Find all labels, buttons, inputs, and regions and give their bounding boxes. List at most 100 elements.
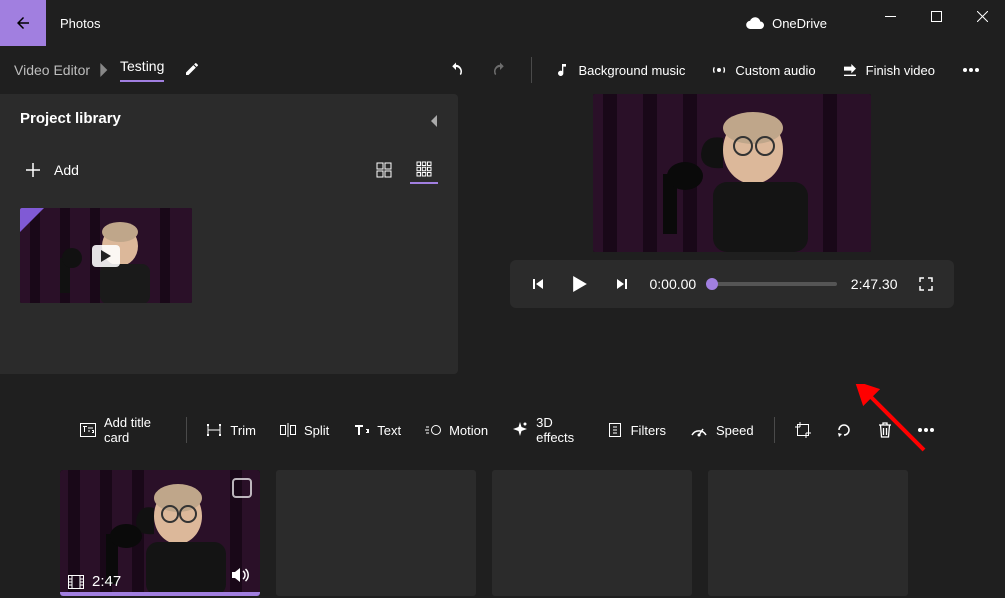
add-title-card-label: Add title card (104, 415, 166, 445)
play-icon (573, 276, 587, 292)
clip-empty-3[interactable] (708, 470, 908, 596)
finish-video-button[interactable]: Finish video (832, 52, 945, 88)
filters-button[interactable]: Filters (597, 412, 676, 448)
clip-empty-1[interactable] (276, 470, 476, 596)
sparkle-icon (512, 422, 528, 438)
more-button[interactable] (951, 52, 991, 88)
text-button[interactable]: Text (343, 412, 411, 448)
trim-label: Trim (230, 423, 256, 438)
clip-empty-2[interactable] (492, 470, 692, 596)
library-thumbnail[interactable] (20, 208, 192, 303)
breadcrumb-root[interactable]: Video Editor (14, 62, 90, 78)
split-icon (280, 423, 296, 437)
player-controls: 0:00.00 2:47.30 (510, 260, 954, 308)
add-media-button[interactable]: Add (20, 158, 85, 182)
play-button[interactable] (566, 270, 594, 298)
background-music-label: Background music (578, 63, 685, 78)
clip-1[interactable]: 2:47 (60, 470, 260, 596)
preview-video[interactable] (593, 94, 871, 252)
speaker-icon (232, 567, 250, 583)
resize-button[interactable] (784, 412, 821, 448)
redo-button[interactable] (481, 52, 519, 88)
breadcrumb: Video Editor Testing (14, 58, 200, 82)
clip-volume-button[interactable] (232, 567, 250, 588)
breadcrumb-project[interactable]: Testing (120, 58, 164, 74)
minimize-icon (885, 11, 896, 22)
split-label: Split (304, 423, 329, 438)
finish-video-label: Finish video (866, 63, 935, 78)
music-icon (554, 62, 570, 78)
speed-button[interactable]: Speed (680, 412, 764, 448)
fullscreen-button[interactable] (912, 270, 940, 298)
trim-icon (206, 423, 222, 437)
upper-panel: Project library Add (0, 94, 1005, 374)
onedrive-link[interactable]: OneDrive (746, 16, 827, 31)
motion-button[interactable]: Motion (415, 412, 498, 448)
chevron-left-icon (429, 114, 437, 128)
custom-audio-button[interactable]: Custom audio (701, 52, 825, 88)
maximize-button[interactable] (913, 0, 959, 32)
crop-icon (795, 422, 811, 438)
app-title: Photos (60, 16, 100, 31)
trim-button[interactable]: Trim (196, 412, 266, 448)
delete-button[interactable] (867, 412, 904, 448)
arrow-left-icon (14, 14, 32, 32)
speed-label: Speed (716, 423, 754, 438)
prev-frame-button[interactable] (524, 270, 552, 298)
grid-small-icon (416, 161, 432, 177)
storyboard-more-button[interactable] (908, 412, 945, 448)
add-title-card-button[interactable]: Add title card (70, 412, 176, 448)
view-large-button[interactable] (370, 156, 398, 184)
filters-label: Filters (631, 423, 666, 438)
chevron-right-icon (100, 63, 110, 77)
collapse-library-button[interactable] (418, 106, 448, 136)
close-icon (977, 11, 988, 22)
rotate-icon (836, 422, 852, 438)
more-icon (918, 428, 934, 432)
3d-effects-label: 3D effects (536, 415, 583, 445)
undo-button[interactable] (437, 52, 475, 88)
preview-still (593, 94, 871, 252)
step-back-icon (531, 277, 545, 291)
next-frame-button[interactable] (608, 270, 636, 298)
project-library: Project library Add (0, 94, 458, 374)
undo-icon (447, 61, 465, 79)
3d-effects-button[interactable]: 3D effects (502, 412, 593, 448)
text-label: Text (377, 423, 401, 438)
redo-icon (491, 61, 509, 79)
used-indicator (20, 208, 44, 232)
rotate-button[interactable] (826, 412, 863, 448)
onedrive-label: OneDrive (772, 16, 827, 31)
back-button[interactable] (0, 0, 46, 46)
pencil-icon (184, 61, 200, 77)
clip-progress (60, 592, 260, 596)
more-icon (963, 68, 979, 72)
seek-bar[interactable] (710, 282, 837, 286)
clip-checkbox[interactable] (232, 478, 252, 498)
audio-icon (711, 62, 727, 78)
rename-button[interactable] (184, 61, 200, 80)
clip-duration: 2:47 (92, 573, 121, 590)
toolbar: Video Editor Testing Background music Cu… (0, 46, 1005, 94)
trash-icon (878, 422, 892, 438)
storyboard-clips: 2:47 (0, 458, 1005, 596)
motion-icon (425, 423, 441, 437)
cloud-icon (746, 17, 764, 29)
step-forward-icon (615, 277, 629, 291)
filters-icon (607, 423, 623, 437)
split-button[interactable]: Split (270, 412, 339, 448)
titlebar: Photos OneDrive (0, 0, 1005, 46)
motion-label: Motion (449, 423, 488, 438)
play-overlay (92, 245, 120, 267)
export-icon (842, 62, 858, 78)
background-music-button[interactable]: Background music (544, 52, 695, 88)
plus-icon (26, 163, 40, 177)
maximize-icon (931, 11, 942, 22)
total-time: 2:47.30 (851, 276, 898, 292)
view-small-button[interactable] (410, 156, 438, 184)
add-label: Add (54, 162, 79, 178)
seek-handle[interactable] (706, 278, 718, 290)
current-time: 0:00.00 (650, 276, 697, 292)
minimize-button[interactable] (867, 0, 913, 32)
close-button[interactable] (959, 0, 1005, 32)
